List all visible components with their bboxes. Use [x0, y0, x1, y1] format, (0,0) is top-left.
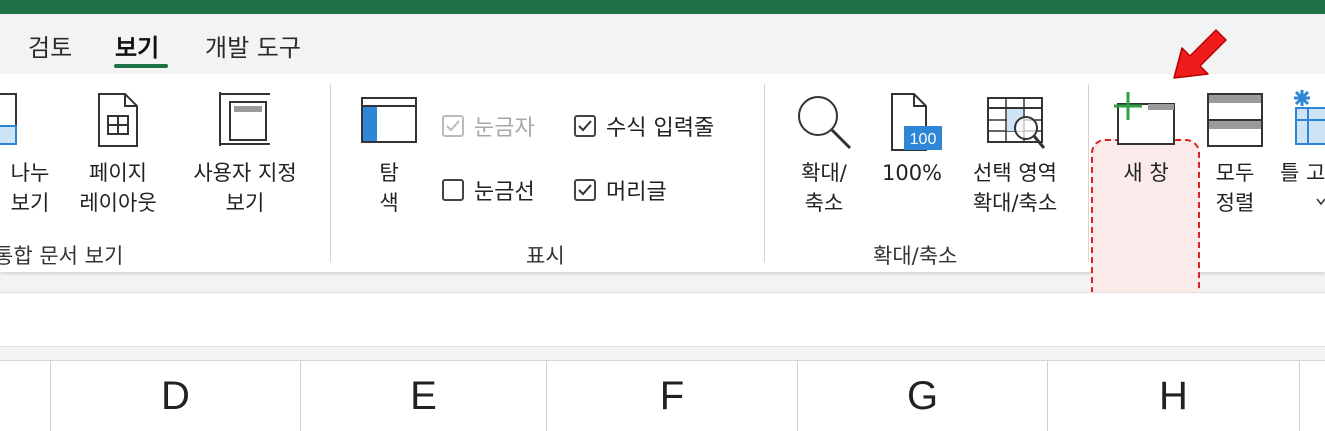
red-arrow-pointer-icon	[1173, 29, 1227, 79]
title-bar	[0, 0, 1325, 14]
chevron-down-icon	[1316, 198, 1325, 206]
freeze-panes-label: 틀 고	[1280, 161, 1325, 185]
column-header-d[interactable]: D	[50, 361, 300, 431]
zoom-100-badge: 100	[910, 131, 937, 148]
page-layout-icon	[98, 93, 138, 147]
ribbon-tabs: 검토 보기 개발 도구	[0, 14, 1325, 74]
group-separator	[330, 84, 331, 262]
arrange-all-button[interactable]: 모두 정렬	[1200, 74, 1270, 234]
zoom-100-label: 100%	[881, 161, 943, 185]
freeze-panes-icon	[1294, 90, 1325, 145]
show-group-label: 표시	[526, 244, 565, 268]
arrange-all-label: 모두 정렬	[1215, 161, 1255, 215]
page-break-preview-label: 나누 보기	[10, 161, 50, 215]
gridlines-checkbox[interactable]: 눈금선	[442, 174, 535, 206]
zoom-group-label: 확대/축소	[873, 244, 958, 268]
group-separator	[764, 84, 765, 262]
headings-check-box[interactable]	[574, 179, 596, 201]
arrange-all-icon	[1207, 93, 1263, 147]
navigation-label: 탐 색	[379, 161, 399, 215]
custom-views-button[interactable]: 사용자 지정 보기	[178, 74, 312, 234]
workbook-views-group-label: 통합 문서 보기	[0, 244, 124, 268]
zoom-100-button[interactable]: 100 100%	[874, 74, 950, 234]
page-break-preview-icon	[0, 93, 17, 145]
group-separator	[1088, 84, 1089, 262]
column-header-row: D E F G H	[0, 360, 1325, 431]
formula-bar-area[interactable]	[0, 292, 1325, 347]
headings-checkbox[interactable]: 머리글	[574, 174, 667, 206]
column-header-h[interactable]: H	[1047, 361, 1299, 431]
ruler-checkbox[interactable]: 눈금자	[442, 110, 535, 142]
navigation-pane-icon	[361, 97, 417, 143]
tab-review[interactable]: 검토	[28, 28, 72, 63]
zoom-label: 확대/ 축소	[801, 161, 847, 215]
zoom-to-selection-label: 선택 영역 확대/축소	[972, 161, 1058, 215]
active-tab-indicator	[114, 64, 168, 68]
page-break-preview-button[interactable]: 나누 보기	[0, 74, 60, 234]
ribbon: 나누 보기 페이지 레이아웃 사용자 지정 보기 통합 문서 보기 탐 색 눈금…	[0, 74, 1325, 321]
magnifier-icon	[798, 96, 852, 150]
zoom-to-selection-button[interactable]: 선택 영역 확대/축소	[956, 74, 1074, 234]
checkmark-icon	[578, 120, 592, 132]
headings-label: 머리글	[606, 180, 667, 205]
custom-views-label: 사용자 지정 보기	[193, 161, 297, 215]
tab-developer[interactable]: 개발 도구	[205, 28, 301, 63]
formula-bar-check-box[interactable]	[574, 115, 596, 137]
ruler-label: 눈금자	[474, 116, 535, 141]
page-layout-button[interactable]: 페이지 레이아웃	[68, 74, 168, 234]
formula-bar-checkbox[interactable]: 수식 입력줄	[574, 110, 714, 142]
new-window-label: 새 창	[1123, 161, 1169, 185]
gridlines-label: 눈금선	[474, 180, 535, 205]
page-layout-label: 페이지 레이아웃	[79, 161, 157, 215]
column-header-e[interactable]: E	[300, 361, 546, 431]
checkmark-icon	[578, 184, 592, 196]
custom-views-icon	[219, 92, 270, 146]
zoom-button[interactable]: 확대/ 축소	[782, 74, 866, 234]
navigation-button[interactable]: 탐 색	[354, 74, 424, 234]
checkmark-icon	[446, 120, 460, 132]
column-header-g[interactable]: G	[797, 361, 1047, 431]
ruler-check-box[interactable]	[442, 115, 464, 137]
tab-view[interactable]: 보기	[115, 28, 159, 63]
zoom-100-icon: 100	[891, 93, 942, 151]
formula-bar-label: 수식 입력줄	[606, 116, 715, 141]
new-window-button[interactable]: 새 창	[1096, 74, 1196, 234]
new-window-icon	[1114, 92, 1175, 145]
gridlines-check-box[interactable]	[442, 179, 464, 201]
column-header-f[interactable]: F	[546, 361, 797, 431]
zoom-to-selection-icon	[987, 97, 1046, 149]
freeze-panes-button[interactable]: 틀 고	[1280, 74, 1325, 234]
column-header-next[interactable]	[1299, 361, 1325, 431]
